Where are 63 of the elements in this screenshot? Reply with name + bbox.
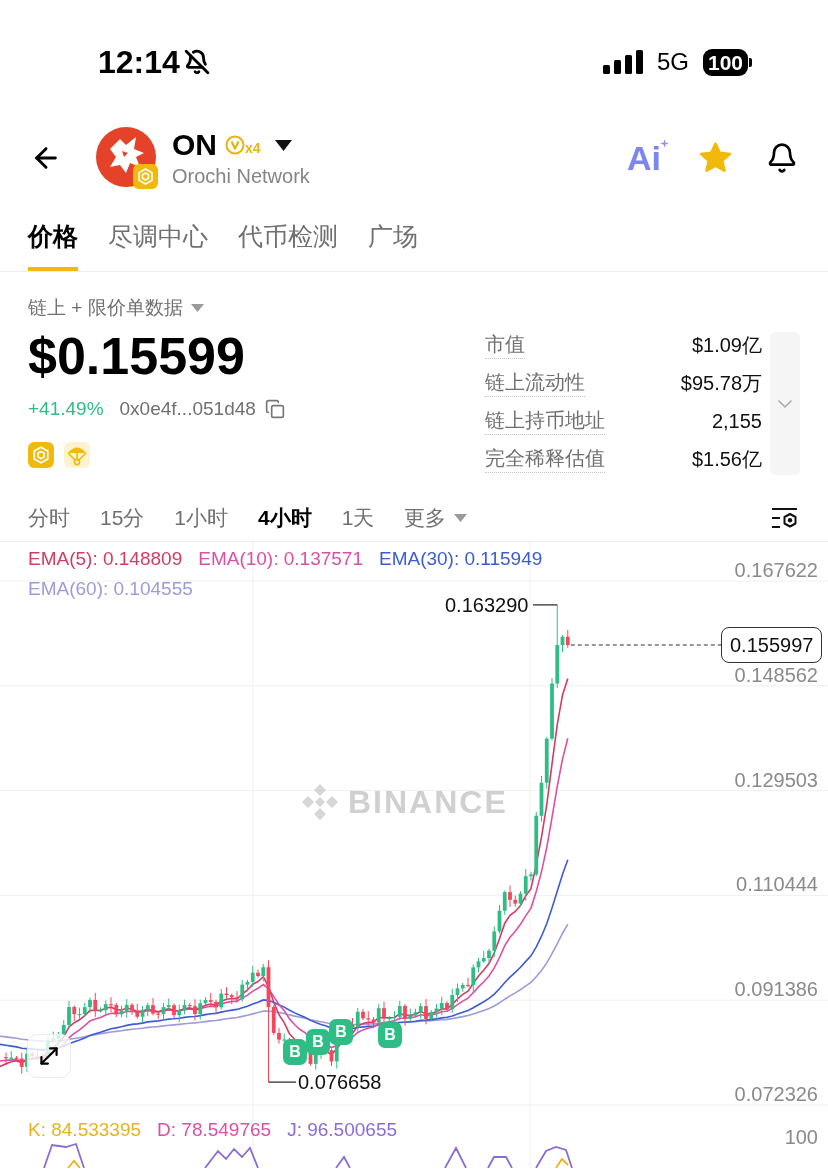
interval-tab[interactable]: 4小时 [258, 504, 312, 531]
price-axis-label: 0.072326 [734, 1082, 818, 1106]
contract-address: 0x0e4f...051d48 [119, 397, 256, 421]
sparkle-icon [660, 139, 669, 148]
price-change: +41.49% [28, 397, 104, 421]
stat-label: 完全稀释估值 [485, 445, 605, 473]
network-type: 5G [656, 48, 689, 76]
verified-badge-icon [225, 135, 245, 155]
tab[interactable]: 价格 [28, 212, 78, 271]
interval-tab[interactable]: 更多 [404, 504, 468, 531]
signal-icon [602, 50, 643, 74]
stat-value: $1.09亿 [691, 332, 762, 358]
chevron-down-icon [778, 399, 792, 408]
high-price-label: 0.163290 [445, 593, 529, 617]
indicator-value: EMA(10): 0.137571 [198, 547, 363, 571]
oscillator-axis-label: 100 [784, 1125, 818, 1149]
ai-button[interactable]: Ai [627, 139, 669, 177]
tab[interactable]: 尽调中心 [108, 212, 208, 271]
stat-label: 链上持币地址 [485, 407, 605, 435]
interval-tab[interactable]: 分时 [28, 504, 70, 531]
stat-label: 链上流动性 [485, 369, 585, 397]
diamond-logo-icon [300, 782, 340, 822]
price-axis-label: 0.167622 [734, 558, 818, 582]
price-axis-label: 0.148562 [734, 663, 818, 687]
indicator-value: K: 84.533395 [28, 1118, 142, 1142]
silent-mode-icon [183, 49, 210, 75]
low-price-label: 0.076658 [298, 1070, 382, 1094]
tab[interactable]: 广场 [368, 212, 418, 271]
stat-value: 2,155 [711, 408, 762, 434]
leader-line [532, 604, 558, 606]
token-symbol: ON [172, 127, 217, 163]
battery-indicator: 100 [702, 48, 752, 76]
caret-down-icon [190, 304, 204, 312]
status-time: 12:14 [98, 44, 180, 80]
indicator-value: EMA(30): 0.115949 [378, 547, 543, 571]
stat-value: $1.56亿 [691, 446, 762, 472]
chart-settings-icon[interactable] [771, 505, 798, 530]
interval-tab[interactable]: 1小时 [174, 504, 229, 531]
current-price: $0.15599 [28, 328, 246, 384]
price-axis-label: 0.129503 [734, 768, 818, 792]
copy-icon[interactable] [264, 399, 285, 419]
caret-down-icon [454, 513, 468, 522]
fullscreen-button[interactable] [27, 1034, 71, 1078]
stat-value: $95.78万 [680, 370, 762, 396]
stat-label: 市值 [485, 331, 525, 359]
data-source-dropdown[interactable]: 链上 + 限价单数据 [28, 296, 285, 320]
interval-tab[interactable]: 15分 [100, 504, 145, 531]
chain-badge-icon [133, 164, 158, 189]
price-axis-label: 0.110444 [736, 872, 818, 896]
indicator-value: EMA(60): 0.104555 [28, 577, 193, 601]
badge-multiplier: x4 [245, 141, 261, 155]
last-price-label: 0.155997 [721, 627, 823, 663]
caret-down-icon[interactable] [274, 139, 292, 151]
indicator-value: D: 78.549765 [157, 1118, 272, 1142]
interval-tab[interactable]: 1天 [341, 504, 375, 531]
favorite-star-icon[interactable] [699, 142, 732, 174]
bell-icon[interactable] [766, 142, 798, 174]
indicator-value: EMA(5): 0.148809 [28, 547, 183, 571]
token-name: Orochi Network [172, 164, 310, 189]
leader-line [267, 1081, 297, 1083]
tab[interactable]: 代币检测 [238, 212, 338, 271]
indicator-value: J: 96.500655 [287, 1118, 397, 1142]
price-axis-label: 0.091386 [734, 977, 818, 1001]
